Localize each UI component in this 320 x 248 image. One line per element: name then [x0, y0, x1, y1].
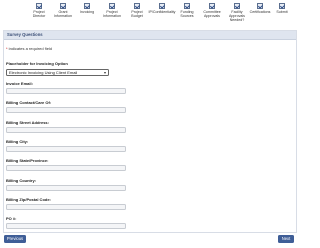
billing-country-field[interactable]	[6, 185, 126, 191]
step-label: Invoicing	[79, 10, 95, 14]
previous-button[interactable]: Previous	[4, 235, 26, 243]
wizard-steps: Project Director Grant Information Invoi…	[0, 0, 300, 26]
billing-contact-field[interactable]	[6, 107, 126, 113]
check-icon	[36, 3, 42, 9]
required-star: *	[6, 46, 8, 51]
check-icon	[134, 3, 140, 9]
next-button[interactable]: Next	[278, 235, 294, 243]
invoicing-option-value: Electronic Invoicing Using Client Email	[9, 70, 78, 75]
check-icon	[60, 3, 66, 9]
invoice-email-field[interactable]	[6, 88, 126, 94]
step-label: Committee Approvals	[203, 10, 221, 18]
step-label: Funding Sources	[180, 10, 194, 18]
step-label: Project Budget	[131, 10, 143, 18]
step-label: Project Information	[103, 10, 121, 18]
billing-zip-field[interactable]	[6, 204, 126, 210]
billing-contact-label: Billing Contact/Care Of:	[6, 100, 52, 105]
billing-city-label: Billing City:	[6, 139, 29, 144]
billing-city-field[interactable]	[6, 146, 126, 152]
check-icon	[84, 3, 90, 9]
po-number-label: PO #:	[6, 216, 17, 221]
check-icon	[234, 3, 240, 9]
invoice-email-label: Invoice Email:	[6, 81, 33, 86]
billing-country-label: Billing Country:	[6, 178, 36, 183]
check-icon	[184, 3, 190, 9]
po-number-field[interactable]	[6, 223, 126, 229]
billing-state-field[interactable]	[6, 165, 126, 171]
check-icon	[159, 3, 165, 9]
check-icon	[257, 3, 263, 9]
billing-street-label: Billing Street Address:	[6, 120, 49, 125]
required-note: * indicates a required field	[6, 46, 53, 51]
chevron-down-icon	[104, 71, 106, 74]
panel-header: Survey Questions	[4, 31, 296, 40]
billing-zip-label: Billing Zip/Postal Code:	[6, 197, 51, 202]
panel-title: Survey Questions	[7, 32, 43, 37]
step-submit[interactable]: Submit	[265, 3, 299, 14]
invoicing-option-select[interactable]: Electronic Invoicing Using Client Email	[6, 69, 109, 76]
check-icon	[209, 3, 215, 9]
check-icon	[109, 3, 115, 9]
check-icon	[279, 3, 285, 9]
step-label: Submit	[276, 10, 288, 14]
billing-street-field[interactable]	[6, 127, 126, 133]
invoicing-option-label: Placeholder for Invoicing Option	[6, 61, 68, 66]
billing-state-label: Billing State/Province:	[6, 158, 49, 163]
step-label: Project Director	[32, 10, 46, 18]
